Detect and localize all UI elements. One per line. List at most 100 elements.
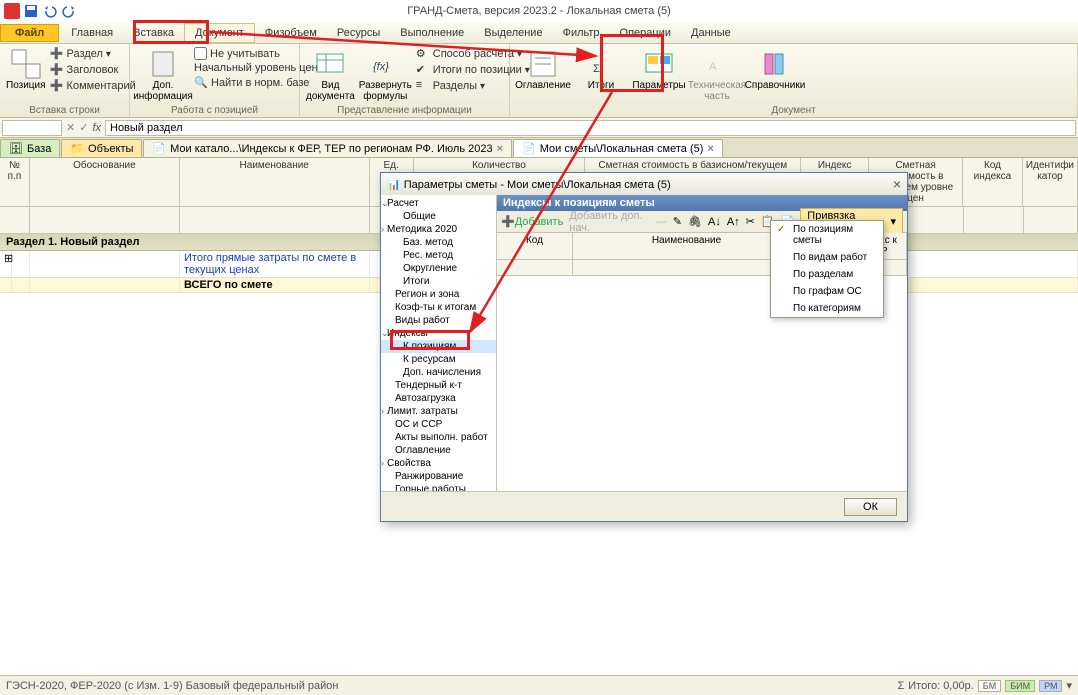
tree-obsh[interactable]: Общие	[381, 210, 496, 223]
tree-okrug[interactable]: Округление	[381, 262, 496, 275]
chevron-down-icon: ▾	[890, 215, 896, 228]
tree-auto[interactable]: Автозагрузка	[381, 392, 496, 405]
save-icon[interactable]	[23, 3, 39, 19]
dd-bypos[interactable]: По позициям сметы	[771, 221, 883, 249]
pill-bim[interactable]: БИМ	[1005, 680, 1035, 692]
tree-tender[interactable]: Тендерный к-т	[381, 379, 496, 392]
params-button[interactable]: Параметры	[632, 46, 686, 91]
tab-smeta[interactable]: 📄Мои сметы\Локальная смета (5)×	[513, 139, 723, 157]
cancel-icon[interactable]: ✕	[66, 121, 75, 134]
tree-res[interactable]: Рес. метод	[381, 249, 496, 262]
tree-baz[interactable]: Баз. метод	[381, 236, 496, 249]
menu-data[interactable]: Данные	[681, 24, 741, 42]
sprav-button[interactable]: Справочники	[748, 46, 802, 91]
dialog-tree[interactable]: Расчет Общие Методика 2020 Баз. метод Ре…	[381, 195, 497, 491]
menu-select[interactable]: Выделение	[474, 24, 552, 42]
tree-osssr[interactable]: ОС и ССР	[381, 418, 496, 431]
menu-phys[interactable]: Физобъем	[255, 24, 327, 42]
fx-icon[interactable]: fx	[92, 122, 101, 134]
tree-region[interactable]: Регион и зона	[381, 288, 496, 301]
expandformula-button[interactable]: {fx} Развернуть формулы	[359, 46, 412, 102]
col-ident: Идентифи катор	[1023, 158, 1078, 206]
menu-filter[interactable]: Фильтр	[553, 24, 610, 42]
tree-limit[interactable]: Лимит. затраты	[381, 405, 496, 418]
table-icon	[314, 48, 346, 80]
close-icon[interactable]: ×	[893, 176, 901, 192]
cell-ref-input[interactable]	[2, 120, 62, 136]
col-np: № п.п	[0, 158, 30, 206]
dd-bywork[interactable]: По видам работ	[771, 249, 883, 266]
tree-vidy[interactable]: Виды работ	[381, 314, 496, 327]
viewdoc-label: Вид документа	[306, 80, 355, 102]
sort-desc-icon[interactable]: A↑	[727, 216, 740, 228]
position-button[interactable]: Позиция	[6, 46, 46, 91]
menu-resources[interactable]: Ресурсы	[327, 24, 390, 42]
tab-objects[interactable]: 📁Объекты	[61, 139, 142, 157]
add2-button: Добавить доп. нач.	[569, 210, 649, 234]
pill-rm[interactable]: РМ	[1039, 680, 1062, 692]
tree-gorn[interactable]: Горные работы	[381, 483, 496, 491]
menu-insert[interactable]: Вставка	[123, 24, 184, 42]
formula-input[interactable]	[105, 120, 1076, 136]
ok-button[interactable]: ОК	[844, 498, 897, 516]
comment-button[interactable]: ➕Комментарий	[50, 78, 136, 94]
tree-dopn[interactable]: Доп. начисления	[381, 366, 496, 379]
razdel-button[interactable]: ➕Раздел ▾	[50, 46, 136, 62]
menu-main[interactable]: Главная	[61, 24, 123, 42]
tree-svoi[interactable]: Свойства	[381, 457, 496, 470]
tree-indexy[interactable]: Индексы	[381, 327, 496, 340]
dd-byos[interactable]: По графам ОС	[771, 283, 883, 300]
viewdoc-button[interactable]: Вид документа	[306, 46, 355, 102]
tree-itogi[interactable]: Итоги	[381, 275, 496, 288]
cut-icon[interactable]: ✂	[746, 215, 755, 228]
svg-text:{fx}: {fx}	[373, 61, 389, 73]
fx-icon: {fx}	[369, 48, 401, 80]
itogi-button[interactable]: Σ Итоги	[574, 46, 628, 91]
menu-ops[interactable]: Операции	[610, 24, 681, 42]
zagolovok-button[interactable]: ➕Заголовок	[50, 62, 136, 78]
tree-met[interactable]: Методика 2020	[381, 223, 496, 236]
itogi-label: Итоги	[588, 80, 614, 91]
tree-akty[interactable]: Акты выполн. работ	[381, 431, 496, 444]
group-view-label: Представление информации	[306, 105, 503, 117]
add-button[interactable]: ➕Добавить	[501, 215, 563, 228]
tree-raschet[interactable]: Расчет	[381, 197, 496, 210]
book-icon	[147, 48, 179, 80]
dopinfo-label: Доп. информация	[133, 80, 193, 102]
chevron-down-icon[interactable]: ▾	[1066, 679, 1072, 692]
neuchit-check[interactable]	[194, 47, 207, 60]
tech-button[interactable]: A Техническая часть	[690, 46, 744, 102]
position-icon	[10, 48, 42, 80]
list-icon: ≡	[416, 79, 430, 93]
close-icon[interactable]: ×	[497, 143, 503, 155]
tree-kres[interactable]: К ресурсам	[381, 353, 496, 366]
menu-exec[interactable]: Выполнение	[390, 24, 474, 42]
col-kodi: Код индекса	[963, 158, 1023, 206]
group-insert-label: Вставка строки	[6, 105, 123, 117]
tree-koefi[interactable]: Коэф-ты к итогам	[381, 301, 496, 314]
redo-icon[interactable]	[61, 3, 77, 19]
dialog-title: Параметры сметы - Мои сметы\Локальная см…	[404, 179, 671, 191]
dialog-titlebar[interactable]: 📊 Параметры сметы - Мои сметы\Локальная …	[381, 173, 907, 195]
tab-base[interactable]: 🗄База	[0, 139, 60, 157]
dopinfo-button[interactable]: Доп. информация	[136, 46, 190, 102]
svg-text:Σ: Σ	[593, 63, 600, 75]
dd-bysection[interactable]: По разделам	[771, 266, 883, 283]
status-sum: Итого: 0,00р.	[908, 680, 974, 692]
close-icon[interactable]: ×	[707, 143, 713, 155]
file-button[interactable]: Файл	[0, 24, 59, 42]
tab-catalog[interactable]: 📄Мои катало...\Индексы к ФЕР, ТЕР по рег…	[143, 139, 512, 157]
sigma-icon[interactable]: Σ	[897, 680, 904, 692]
link-icon[interactable]: 🖇	[688, 215, 702, 228]
dd-bycat[interactable]: По категориям	[771, 300, 883, 317]
undo-icon[interactable]	[42, 3, 58, 19]
pencil-icon[interactable]: ✎	[673, 215, 682, 228]
oglavlenie-button[interactable]: Оглавление	[516, 46, 570, 91]
tree-kpoz[interactable]: К позициям	[381, 340, 496, 353]
pill-bm[interactable]: БМ	[978, 680, 1001, 692]
accept-icon[interactable]: ✓	[79, 121, 88, 134]
sort-asc-icon[interactable]: A↓	[708, 216, 721, 228]
tree-ranzh[interactable]: Ранжирование	[381, 470, 496, 483]
menu-document[interactable]: Документ	[184, 23, 255, 43]
tree-oglav[interactable]: Оглавление	[381, 444, 496, 457]
